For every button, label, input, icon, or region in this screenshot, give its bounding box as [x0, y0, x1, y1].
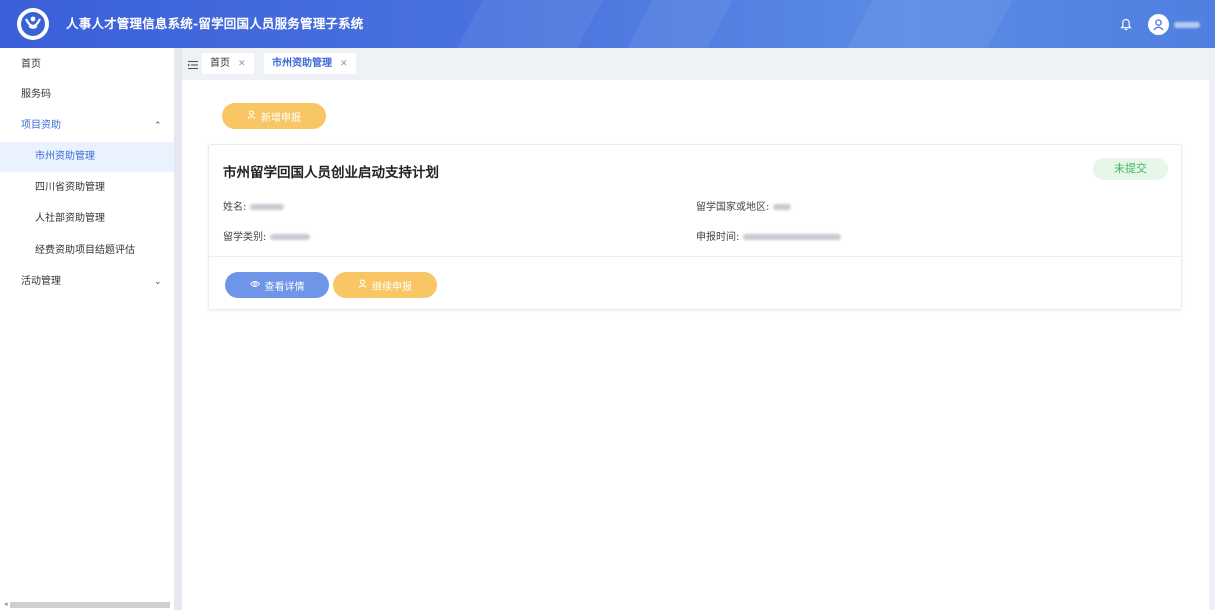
- main-content: 新增申报 市州留学回国人员创业启动支持计划 未提交 姓名: 留学国家或地区: 留…: [182, 80, 1209, 610]
- tab-home[interactable]: 首页 ✕: [202, 53, 254, 74]
- sidebar-item-label: 人社部资助管理: [35, 213, 105, 224]
- sidebar-item-mohrss-funding[interactable]: 人社部资助管理: [0, 204, 174, 234]
- sidebar-item-project-funding[interactable]: 项目资助 ⌃: [0, 111, 174, 141]
- bell-icon[interactable]: [1116, 14, 1136, 34]
- sidebar-item-home[interactable]: 首页: [0, 50, 174, 80]
- tab-label: 市州资助管理: [272, 58, 332, 69]
- sidebar-item-label: 经费资助项目结题评估: [35, 245, 135, 256]
- sidebar-item-label: 项目资助: [21, 120, 61, 131]
- view-details-label: 查看详情: [264, 281, 305, 293]
- time-value-redacted: [743, 234, 842, 240]
- scroll-left-icon[interactable]: ◂: [4, 600, 8, 608]
- name-value-redacted: [250, 204, 285, 210]
- time-label: 申报时间:: [696, 232, 740, 243]
- sidebar-item-label: 市州资助管理: [35, 151, 95, 162]
- sidebar-item-project-evaluation[interactable]: 经费资助项目结题评估: [0, 236, 174, 266]
- close-icon[interactable]: ✕: [340, 59, 348, 69]
- user-name-redacted[interactable]: [1174, 22, 1200, 28]
- close-icon[interactable]: ✕: [238, 59, 246, 69]
- card-divider: [209, 256, 1181, 257]
- continue-application-label: 继续申报: [372, 281, 412, 293]
- continue-application-button[interactable]: 继续申报: [333, 272, 437, 298]
- sidebar: 首页 服务码 项目资助 ⌃ 市州资助管理 四川省资助管理 人社部资助管理 经费资…: [0, 48, 182, 610]
- time-field: 申报时间:: [696, 228, 842, 243]
- user-avatar-icon[interactable]: [1148, 14, 1169, 35]
- country-field: 留学国家或地区:: [696, 198, 792, 213]
- chevron-down-icon: ⌄: [154, 277, 162, 287]
- logo-icon: [17, 8, 49, 40]
- new-application-button[interactable]: 新增申报: [222, 103, 326, 129]
- user-icon: [358, 279, 367, 291]
- card-title: 市州留学回国人员创业启动支持计划: [223, 165, 439, 181]
- menu-fold-icon[interactable]: [187, 56, 201, 70]
- chevron-up-icon: ⌃: [154, 121, 162, 131]
- country-value-redacted: [773, 204, 792, 210]
- country-label: 留学国家或地区:: [696, 202, 770, 213]
- tab-label: 首页: [210, 58, 230, 69]
- sidebar-item-city-funding[interactable]: 市州资助管理: [0, 142, 174, 172]
- sidebar-item-label: 首页: [21, 59, 41, 70]
- sidebar-item-label: 服务码: [21, 89, 51, 100]
- name-label: 姓名:: [223, 202, 247, 213]
- sidebar-item-province-funding[interactable]: 四川省资助管理: [0, 173, 174, 203]
- tab-bar: 首页 ✕ 市州资助管理 ✕: [182, 48, 1215, 78]
- application-card: 市州留学回国人员创业启动支持计划 未提交 姓名: 留学国家或地区: 留学类别: …: [208, 144, 1182, 310]
- type-field: 留学类别:: [223, 228, 311, 243]
- tab-city-funding[interactable]: 市州资助管理 ✕: [264, 53, 356, 74]
- sidebar-horizontal-scrollbar[interactable]: ◂ ▸: [4, 600, 184, 609]
- new-application-label: 新增申报: [261, 112, 301, 124]
- scrollbar-thumb[interactable]: [10, 602, 170, 608]
- top-header: 人事人才管理信息系统-留学回国人员服务管理子系统: [0, 0, 1215, 48]
- sidebar-item-activity[interactable]: 活动管理 ⌄: [0, 267, 174, 297]
- type-value-redacted: [270, 234, 311, 240]
- sidebar-item-service-code[interactable]: 服务码: [0, 80, 174, 110]
- type-label: 留学类别:: [223, 232, 267, 243]
- sidebar-item-label: 四川省资助管理: [35, 182, 105, 193]
- sidebar-item-label: 活动管理: [21, 276, 61, 287]
- sidebar-divider: [174, 48, 182, 610]
- name-field: 姓名:: [223, 198, 285, 213]
- view-details-button[interactable]: 查看详情: [225, 272, 329, 298]
- app-title: 人事人才管理信息系统-留学回国人员服务管理子系统: [66, 16, 364, 31]
- eye-icon: [249, 280, 260, 291]
- user-icon: [247, 110, 256, 122]
- status-badge: 未提交: [1093, 158, 1168, 180]
